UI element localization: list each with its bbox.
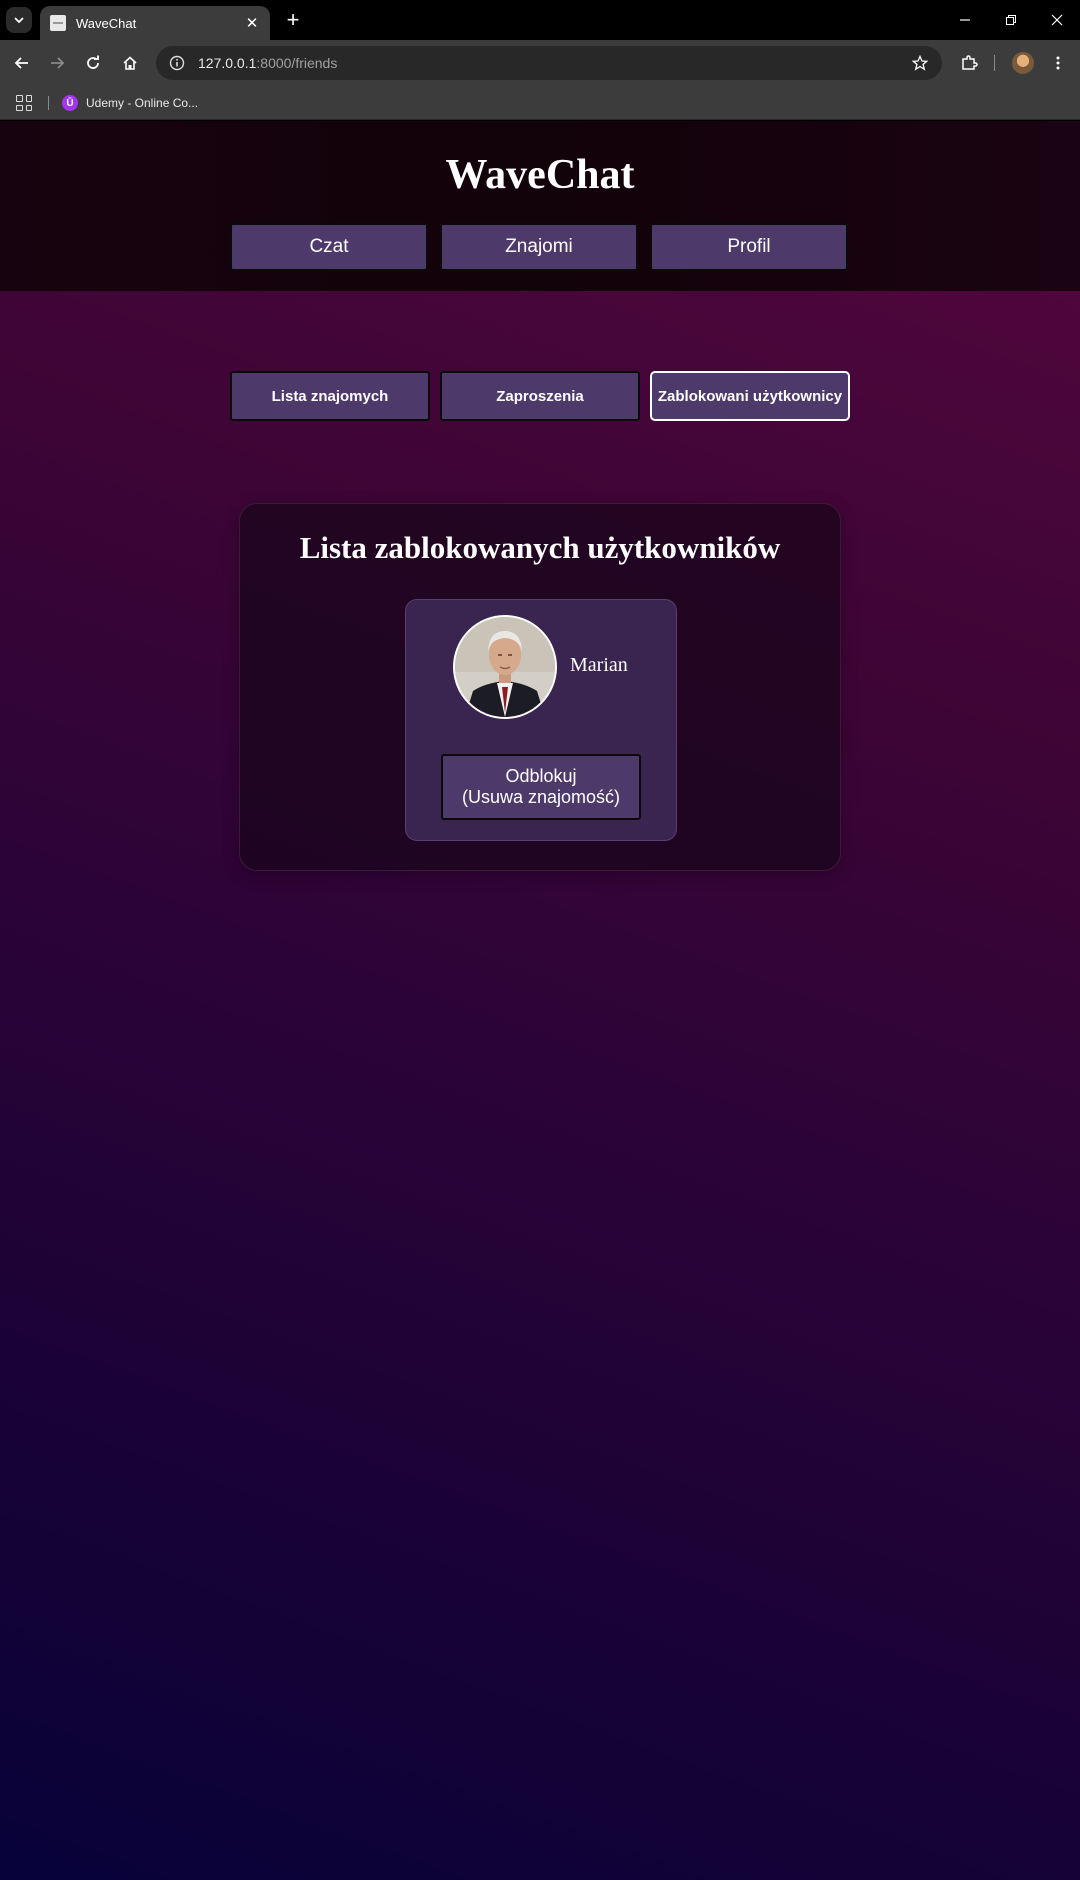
address-bar[interactable]: 127.0.0.1:8000/friends	[156, 46, 942, 80]
new-tab-button[interactable]: +	[280, 8, 306, 34]
page-favicon-icon	[50, 15, 66, 31]
blocked-user-card: Marian Odblokuj (Usuwa znajomość)	[405, 599, 677, 841]
bookmarks-bar: Ū Udemy - Online Co...	[0, 86, 1080, 120]
puzzle-icon	[962, 55, 978, 70]
home-button[interactable]	[116, 49, 144, 77]
bookmarks-divider	[48, 96, 49, 110]
browser-tab[interactable]: WaveChat ✕	[40, 6, 270, 40]
blocked-user-name: Marian	[570, 654, 628, 676]
apps-grid-icon[interactable]	[16, 95, 32, 111]
close-tab-icon[interactable]: ✕	[244, 14, 260, 32]
browser-menu-button[interactable]	[1044, 49, 1072, 77]
browser-toolbar: 127.0.0.1:8000/friends	[0, 40, 1080, 86]
unblock-label: Odblokuj	[505, 766, 577, 786]
blocked-users-panel: Lista zablokowanych użytkowników Marian	[239, 503, 841, 871]
url-path: :8000/friends	[256, 55, 338, 71]
page-body: WaveChat Czat Znajomi Profil Lista znajo…	[0, 121, 1080, 1880]
browser-tab-strip: WaveChat ✕ +	[0, 0, 1080, 40]
invitations-tab[interactable]: Zaproszenia	[440, 371, 640, 421]
toolbar-divider	[994, 55, 995, 71]
udemy-icon: Ū	[62, 95, 78, 111]
arrow-right-icon	[51, 57, 65, 69]
arrow-left-icon	[14, 57, 28, 69]
reload-icon	[87, 55, 99, 69]
bookmark-star-icon[interactable]	[910, 53, 930, 73]
user-avatar	[453, 615, 557, 719]
minimize-icon	[960, 19, 970, 21]
user-photo	[455, 617, 555, 717]
chevron-down-icon	[14, 17, 24, 24]
site-title: WaveChat	[445, 152, 635, 198]
site-header: WaveChat Czat Znajomi Profil	[0, 121, 1080, 291]
profile-avatar[interactable]	[1012, 52, 1034, 74]
blocked-users-heading: Lista zablokowanych użytkowników	[299, 530, 781, 565]
close-icon	[1051, 14, 1063, 26]
tab-search-button[interactable]	[6, 7, 32, 33]
close-window-button[interactable]	[1045, 8, 1069, 32]
unblock-button[interactable]: Odblokuj (Usuwa znajomość)	[441, 754, 641, 820]
bookmark-udemy[interactable]: Ū Udemy - Online Co...	[62, 92, 198, 114]
home-icon	[123, 56, 137, 70]
extensions-button[interactable]	[955, 49, 983, 77]
unblock-sublabel: (Usuwa znajomość)	[461, 787, 621, 807]
friends-list-tab[interactable]: Lista znajomych	[230, 371, 430, 421]
nav-profile-button[interactable]: Profil	[650, 223, 848, 271]
site-info-icon[interactable]	[168, 54, 186, 72]
restore-window-button[interactable]	[999, 8, 1023, 32]
nav-friends-button[interactable]: Znajomi	[440, 223, 638, 271]
bookmark-label: Udemy - Online Co...	[86, 96, 199, 110]
main-nav: Czat Znajomi Profil	[230, 223, 848, 271]
forward-button[interactable]	[43, 49, 71, 77]
minimize-window-button[interactable]	[953, 8, 977, 32]
reload-button[interactable]	[79, 49, 107, 77]
more-vertical-icon	[1056, 56, 1060, 70]
friends-subnav: Lista znajomych Zaproszenia Zablokowani …	[230, 371, 850, 421]
blocked-users-tab[interactable]: Zablokowani użytkownicy	[650, 371, 850, 421]
nav-chat-button[interactable]: Czat	[230, 223, 428, 271]
back-button[interactable]	[8, 49, 36, 77]
url-host: 127.0.0.1	[198, 55, 257, 71]
tab-title: WaveChat	[76, 15, 137, 31]
restore-icon	[1006, 15, 1016, 25]
